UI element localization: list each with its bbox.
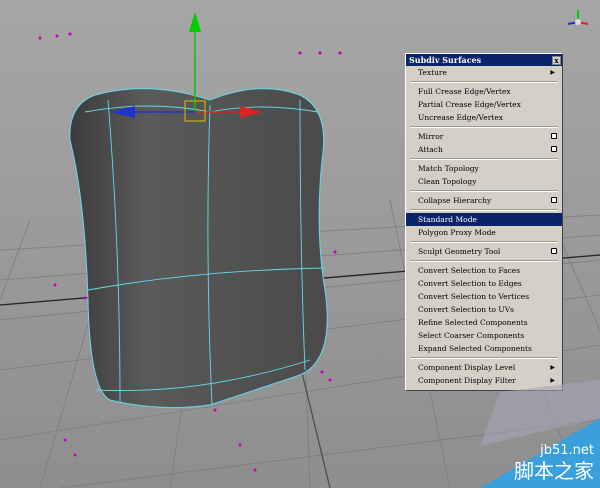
- subdiv-surfaces-menu: Subdiv Surfaces x Texture ▶ Full Crease E…: [405, 53, 563, 391]
- menu-item-label: Mirror: [418, 132, 444, 141]
- menu-item-full-crease[interactable]: Full Crease Edge/Vertex: [406, 85, 562, 98]
- option-box-icon[interactable]: [551, 133, 557, 139]
- menu-item-convert-to-edges[interactable]: Convert Selection to Edges: [406, 277, 562, 290]
- menu-item-texture[interactable]: Texture ▶: [406, 66, 562, 79]
- option-box-icon[interactable]: [551, 197, 557, 203]
- menu-item-uncrease[interactable]: Uncrease Edge/Vertex: [406, 111, 562, 124]
- menu-item-refine-selected[interactable]: Refine Selected Components: [406, 316, 562, 329]
- submenu-arrow-icon: ▶: [550, 377, 555, 384]
- menu-title-bar[interactable]: Subdiv Surfaces x: [406, 54, 562, 66]
- option-box-icon[interactable]: [551, 248, 557, 254]
- menu-item-component-display-filter[interactable]: Component Display Filter ▶: [406, 374, 562, 387]
- menu-item-sculpt-geometry-tool[interactable]: Sculpt Geometry Tool: [406, 245, 562, 258]
- menu-item-expand-selected[interactable]: Expand Selected Components: [406, 342, 562, 355]
- menu-item-label: Texture: [418, 68, 447, 77]
- menu-item-collapse-hierarchy[interactable]: Collapse Hierarchy: [406, 194, 562, 207]
- menu-item-partial-crease[interactable]: Partial Crease Edge/Vertex: [406, 98, 562, 111]
- menu-item-polygon-proxy-mode[interactable]: Polygon Proxy Mode: [406, 226, 562, 239]
- menu-item-label: Sculpt Geometry Tool: [418, 247, 501, 256]
- menu-item-mirror[interactable]: Mirror: [406, 130, 562, 143]
- option-box-icon[interactable]: [551, 146, 557, 152]
- menu-item-convert-to-faces[interactable]: Convert Selection to Faces: [406, 264, 562, 277]
- menu-item-label: Component Display Filter: [418, 376, 516, 385]
- menu-item-convert-to-vertices[interactable]: Convert Selection to Vertices: [406, 290, 562, 303]
- subdiv-mesh[interactable]: [69, 88, 328, 409]
- menu-item-label: Component Display Level: [418, 363, 516, 372]
- submenu-arrow-icon: ▶: [550, 364, 555, 371]
- menu-item-convert-to-uvs[interactable]: Convert Selection to UVs: [406, 303, 562, 316]
- menu-item-label: Attach: [418, 145, 443, 154]
- menu-item-label: Collapse Hierarchy: [418, 196, 492, 205]
- menu-item-attach[interactable]: Attach: [406, 143, 562, 156]
- menu-item-match-topology[interactable]: Match Topology: [406, 162, 562, 175]
- submenu-arrow-icon: ▶: [550, 69, 555, 76]
- menu-item-component-display-level[interactable]: Component Display Level ▶: [406, 361, 562, 374]
- menu-item-select-coarser[interactable]: Select Coarser Components: [406, 329, 562, 342]
- menu-item-clean-topology[interactable]: Clean Topology: [406, 175, 562, 188]
- close-icon[interactable]: x: [552, 55, 561, 65]
- menu-item-standard-mode[interactable]: Standard Mode: [406, 213, 562, 226]
- menu-title: Subdiv Surfaces: [409, 55, 482, 65]
